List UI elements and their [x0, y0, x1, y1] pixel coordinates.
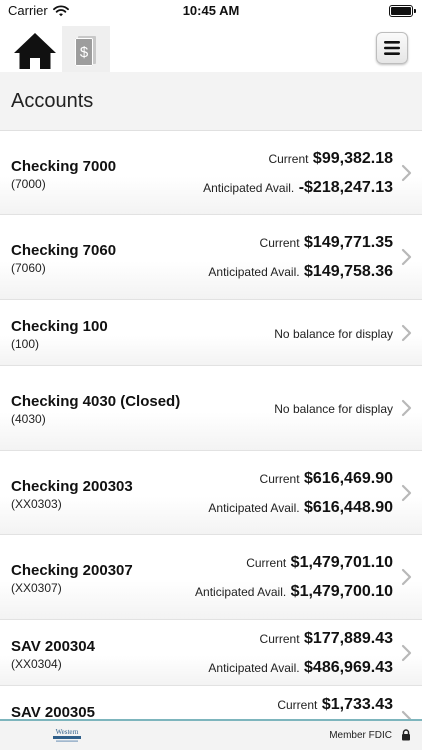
- account-row[interactable]: Checking 200303 (XX0303) Current $616,46…: [0, 451, 422, 535]
- current-value: $149,771.35: [304, 234, 393, 251]
- current-balance: Current $1,733.43: [277, 696, 393, 714]
- account-number: (4030): [11, 412, 46, 426]
- home-button[interactable]: [13, 32, 57, 70]
- current-label: Current: [259, 632, 300, 646]
- chevron-right-icon: [401, 399, 412, 417]
- account-row[interactable]: Checking 7060 (7060) Current $149,771.35…: [0, 215, 422, 300]
- account-name: Checking 100: [11, 318, 108, 335]
- current-balance: Current $177,889.43: [260, 630, 393, 648]
- home-icon: [14, 33, 56, 69]
- anticipated-label: Anticipated Avail.: [203, 181, 295, 195]
- current-label: Current: [246, 556, 287, 570]
- account-name: Checking 200303: [11, 478, 133, 495]
- account-row[interactable]: Checking 7000 (7000) Current $99,382.18 …: [0, 131, 422, 215]
- account-number: (100): [11, 337, 40, 351]
- account-row[interactable]: SAV 200305 Current $1,733.43: [0, 686, 422, 719]
- member-fdic-text: Member FDIC: [329, 730, 392, 741]
- chevron-right-icon: [401, 324, 412, 342]
- menu-button[interactable]: [376, 32, 408, 64]
- anticipated-balance: Anticipated Avail. $486,969.43: [208, 659, 393, 677]
- current-value: $616,469.90: [304, 470, 393, 487]
- account-number: (XX0307): [11, 581, 62, 595]
- account-name: Checking 200307: [11, 562, 133, 579]
- current-balance: Current $99,382.18: [268, 150, 393, 168]
- chevron-right-icon: [401, 164, 412, 182]
- anticipated-value: $486,969.43: [304, 659, 393, 676]
- anticipated-label: Anticipated Avail.: [208, 265, 300, 279]
- current-label: Current: [259, 236, 300, 250]
- chevron-right-icon: [401, 248, 412, 266]
- top-toolbar: $: [0, 24, 422, 72]
- dollar-bill-icon: $: [75, 36, 96, 66]
- page-title: Accounts: [11, 90, 94, 112]
- page-header: Accounts: [0, 72, 422, 131]
- chevron-right-icon: [401, 484, 412, 502]
- status-bar: Carrier 10:45 AM: [0, 0, 422, 22]
- account-number: (7000): [11, 177, 46, 191]
- current-balance: Current $149,771.35: [260, 234, 393, 252]
- anticipated-balance: Anticipated Avail. -$218,247.13: [203, 179, 393, 197]
- lock-icon: [402, 729, 410, 741]
- current-value: $177,889.43: [304, 630, 393, 647]
- svg-text:$: $: [80, 44, 89, 61]
- battery-icon: [389, 5, 416, 17]
- current-value: $1,479,701.10: [290, 554, 393, 571]
- chevron-right-icon: [401, 568, 412, 586]
- accounts-list[interactable]: Checking 7000 (7000) Current $99,382.18 …: [0, 131, 422, 719]
- anticipated-value: $616,448.90: [304, 499, 393, 516]
- account-row[interactable]: Checking 200307 (XX0307) Current $1,479,…: [0, 535, 422, 620]
- chevron-right-icon: [401, 710, 412, 719]
- anticipated-label: Anticipated Avail.: [208, 501, 300, 515]
- account-row[interactable]: SAV 200304 (XX0304) Current $177,889.43 …: [0, 620, 422, 686]
- anticipated-value: $149,758.36: [304, 263, 393, 280]
- hamburger-menu-icon: [384, 41, 400, 55]
- account-name: Checking 7000: [11, 158, 117, 175]
- account-name: Checking 4030 (Closed): [11, 393, 181, 410]
- current-balance: Current $1,479,701.10: [246, 554, 393, 572]
- account-number: (XX0303): [11, 497, 62, 511]
- account-row[interactable]: Checking 100 (100) No balance for displa…: [0, 300, 422, 366]
- account-number: (XX0304): [11, 657, 62, 671]
- bank-logo: Western: [53, 728, 81, 742]
- current-label: Current: [259, 472, 300, 486]
- status-time: 10:45 AM: [182, 3, 240, 18]
- anticipated-balance: Anticipated Avail. $149,758.36: [208, 263, 393, 281]
- anticipated-label: Anticipated Avail.: [208, 661, 300, 675]
- chevron-right-icon: [401, 644, 412, 662]
- account-name: SAV 200304: [11, 638, 95, 655]
- no-balance-text: No balance for display: [274, 327, 393, 341]
- account-number: (7060): [11, 261, 46, 275]
- anticipated-balance: Anticipated Avail. $1,479,700.10: [195, 583, 393, 601]
- anticipated-value: -$218,247.13: [298, 179, 393, 196]
- footer: Western Member FDIC: [0, 719, 422, 750]
- current-value: $1,733.43: [321, 696, 393, 713]
- anticipated-value: $1,479,700.10: [290, 583, 393, 600]
- anticipated-label: Anticipated Avail.: [195, 585, 287, 599]
- current-balance: Current $616,469.90: [260, 470, 393, 488]
- account-row[interactable]: Checking 4030 (Closed) (4030) No balance…: [0, 366, 422, 451]
- current-value: $99,382.18: [312, 150, 393, 167]
- money-button[interactable]: $: [62, 26, 110, 72]
- current-label: Current: [277, 698, 318, 712]
- current-label: Current: [268, 152, 309, 166]
- account-name: Checking 7060: [11, 242, 117, 259]
- no-balance-text: No balance for display: [274, 402, 393, 416]
- account-name: SAV 200305: [11, 704, 95, 719]
- anticipated-balance: Anticipated Avail. $616,448.90: [208, 499, 393, 517]
- bank-logo-text: Western: [56, 728, 79, 736]
